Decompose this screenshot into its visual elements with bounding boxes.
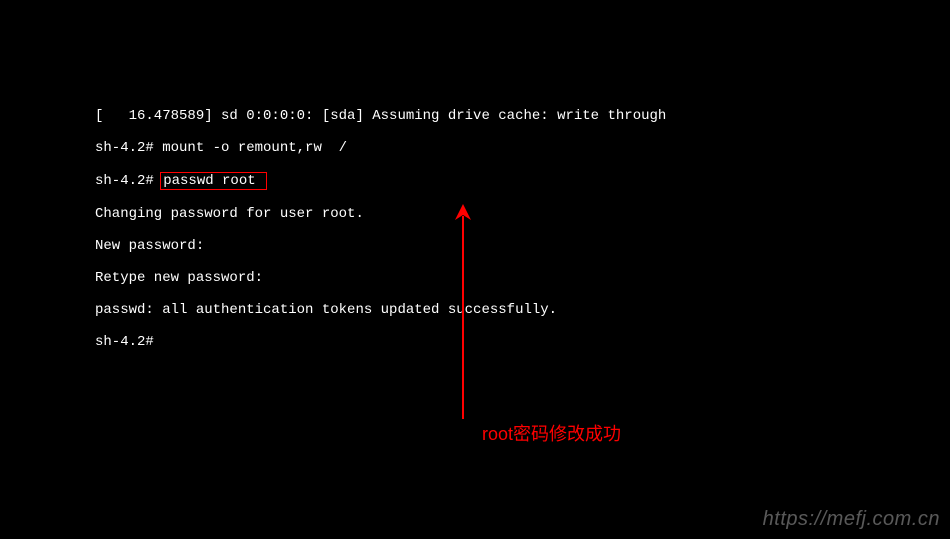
shell-prompt: sh-4.2# [95,140,162,156]
shell-prompt: sh-4.2# [95,173,162,189]
terminal-line: sh-4.2# [95,334,950,350]
terminal-line: passwd: all authentication tokens update… [95,302,950,318]
annotation-label: root密码修改成功 [482,420,621,446]
terminal-line: sh-4.2# passwd root [95,172,950,190]
terminal-line: Changing password for user root. [95,206,950,222]
terminal-output[interactable]: [ 16.478589] sd 0:0:0:0: [sda] Assuming … [0,0,950,366]
highlighted-command: passwd root [160,172,267,190]
terminal-line: sh-4.2# mount -o remount,rw / [95,140,950,156]
watermark-text: https://mefj.com.cn [763,508,940,531]
terminal-line: New password: [95,238,950,254]
command-text: mount -o remount,rw / [162,140,347,156]
terminal-line: Retype new password: [95,270,950,286]
terminal-line: [ 16.478589] sd 0:0:0:0: [sda] Assuming … [95,108,950,124]
